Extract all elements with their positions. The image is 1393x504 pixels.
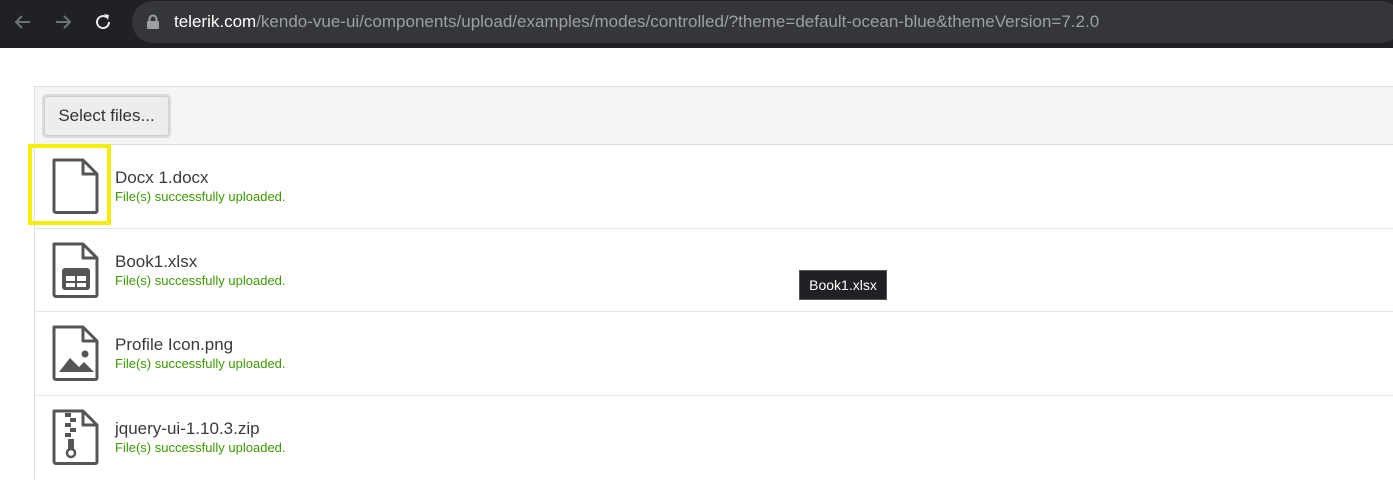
select-files-button[interactable]: Select files... [44,96,169,136]
lock-icon[interactable] [146,14,160,30]
file-name: Book1.xlsx [115,251,198,271]
file-list: Docx 1.docx File(s) successfully uploade… [35,145,1393,479]
zip-file-icon [51,409,101,465]
file-status: File(s) successfully uploaded. [115,272,286,288]
url-path: /kendo-vue-ui/components/upload/examples… [256,12,1100,31]
file-icon [51,158,101,214]
file-name: Profile Icon.png [115,335,234,354]
address-bar[interactable]: telerik.com/kendo-vue-ui/components/uplo… [132,1,1393,43]
file-item[interactable]: jquery-ui-1.10.3.zip File(s) successfull… [35,395,1393,479]
file-item[interactable]: Docx 1.docx File(s) successfully uploade… [35,145,1393,229]
file-status: File(s) successfully uploaded. [115,189,286,204]
file-name: jquery-ui-1.10.3.zip [115,418,260,438]
file-item[interactable]: Profile Icon.png File(s) successfully up… [35,312,1393,396]
image-file-icon [51,325,101,381]
file-status: File(s) successfully uploaded. [115,439,286,455]
upload-dropzone[interactable]: Select files... [35,87,1393,145]
file-status: File(s) successfully uploaded. [115,356,286,371]
file-item[interactable]: Book1.xlsx File(s) successfully uploaded… [35,228,1393,312]
upload-widget: Select files... Docx 1.docx File(s) succ… [34,86,1393,479]
forward-arrow-icon[interactable] [49,8,77,36]
reload-icon[interactable] [89,8,117,36]
back-arrow-icon[interactable] [9,8,37,36]
browser-toolbar: telerik.com/kendo-vue-ui/components/uplo… [0,0,1393,48]
url-text[interactable]: telerik.com/kendo-vue-ui/components/uplo… [174,12,1099,32]
tooltip: Book1.xlsx [799,270,887,300]
url-domain: telerik.com [174,12,257,31]
file-name: Docx 1.docx [115,168,209,187]
spreadsheet-file-icon [51,242,101,298]
